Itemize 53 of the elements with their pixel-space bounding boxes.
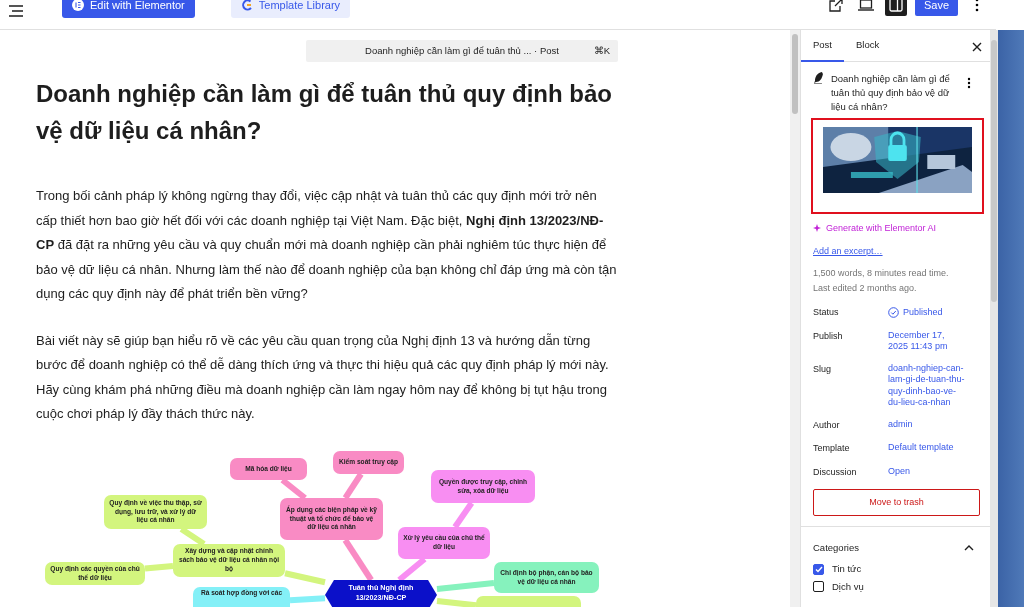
sidebar-toggle-icon[interactable] <box>884 0 907 16</box>
section-title: Categories <box>813 541 859 555</box>
connector <box>144 562 174 572</box>
scrollbar[interactable] <box>990 30 998 607</box>
checkbox[interactable] <box>813 563 824 575</box>
tab[interactable]: Post <box>801 30 844 62</box>
field-label: Template <box>813 442 851 455</box>
field-link[interactable]: admin <box>888 418 966 432</box>
paragraph[interactable]: Trong bối cảnh pháp lý không ngừng thay đổi, việc cập nhật và tuân thủ các quy định mới trở nên cấp thiết hơn bao giờ hết đối với các doanh nghiệp tại Việt Nam. Đặc biệt, Nghị định 13/2023/NĐ-CP đã đặt ra những yêu cầu và quy chuẩn mới mà doanh nghiệp cần phải nghiêm túc thực hiện để bảo vệ dữ liệu cá nhân. Nhưng làm thế nào để doanh nghiệp của bạn không chỉ đáp ứng mà còn tận dụng các quy định này để phát triển bền vững? <box>36 184 620 307</box>
field-label: Status <box>813 306 840 319</box>
save-button[interactable]: Save <box>914 0 958 16</box>
shortcut-hint: ⌘K <box>593 43 610 58</box>
connector <box>284 570 326 586</box>
field-link[interactable]: December 17, 2025 11:43 pm <box>888 329 966 353</box>
check-circle-icon <box>888 307 899 319</box>
connector <box>342 472 364 500</box>
library-button[interactable]: Template Library <box>230 0 351 18</box>
scrollbar[interactable] <box>790 30 800 607</box>
connector <box>397 556 427 583</box>
field-label: Publish <box>813 329 844 343</box>
connector <box>280 477 307 501</box>
post-title: Doanh nghiệp cần làm gì để tuân thủ quy định bảo vệ dữ liệu cá nhân? <box>830 72 951 114</box>
trash-button[interactable]: Move to trash <box>813 489 980 516</box>
checkbox-label: Dịch vụ <box>832 579 864 594</box>
document-outline-icon[interactable] <box>8 4 24 18</box>
connector <box>342 538 374 582</box>
post-title[interactable]: Doanh nghiệp cần làm gì để tuân thủ quy định bảo vệ dữ liệu cá nhân? <box>36 75 636 149</box>
connector <box>289 595 326 604</box>
post-info: 1,500 words, 8 minutes read time. <box>813 267 950 280</box>
field-label: Discussion <box>813 465 858 479</box>
checkbox[interactable] <box>813 581 824 593</box>
quill-icon <box>813 72 823 84</box>
logo-icon <box>72 0 84 11</box>
connector <box>452 501 475 529</box>
post-info: Last edited 2 months ago. <box>813 282 918 295</box>
checkbox-label: Tin tức <box>832 562 862 577</box>
field-label: Author <box>813 418 841 432</box>
field-link[interactable]: Default template <box>888 442 966 456</box>
field-label: Slug <box>813 362 832 376</box>
generate-link[interactable]: Generate with Elementor AI <box>826 222 937 236</box>
connector <box>179 526 206 547</box>
field-link[interactable]: Open <box>888 465 966 479</box>
command-bar[interactable]: Doanh nghiệp cần làm gì để tuân thủ ... · Post ⌘K <box>306 40 618 62</box>
status-link[interactable]: Published <box>888 306 966 320</box>
excerpt-link[interactable]: Add an excerpt… <box>813 245 883 256</box>
sparkle-icon <box>813 224 822 234</box>
tab[interactable]: Block <box>844 30 892 62</box>
edit-button[interactable]: Edit with Elementor <box>62 0 195 18</box>
connector <box>436 580 495 593</box>
field-link[interactable]: doanh-nghiep-can-lam-gi-de-tuan-thu-quy-dinh-bao-ve-du-lieu-ca-nhan <box>888 362 966 409</box>
paragraph[interactable]: Bài viết này sẽ giúp bạn hiểu rõ về các yêu cầu quan trọng của Nghị định 13 và hướng dẫn từng bước để doanh nghiệp có thể dễ dàng thích ứng và thực thi hiệu quả các quy định pháp lý mới này. Hãy cùng khám phá những điều mà doanh nghiệp cần làm ngay hôm nay để không bị tụt hậu trong cuộc chơi pháp lý đầy thách thức này. <box>36 328 620 427</box>
logo-icon <box>240 0 253 11</box>
connector <box>436 598 477 607</box>
